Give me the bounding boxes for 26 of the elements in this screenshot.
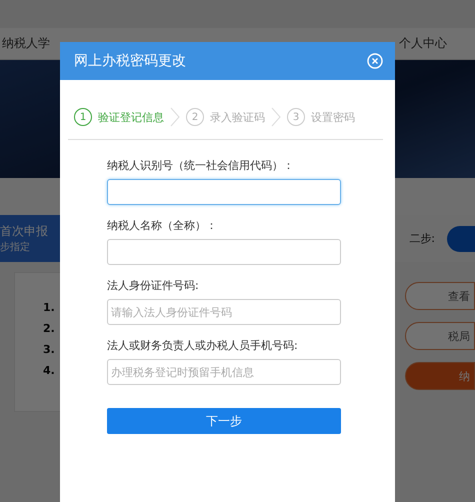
side-button[interactable]: 查看 xyxy=(405,282,475,310)
list-number: 1. xyxy=(43,301,55,314)
side-button[interactable]: 税局 xyxy=(405,322,475,350)
pill-button[interactable] xyxy=(447,226,475,252)
chevron-icon xyxy=(170,107,180,127)
step-hint: 二步: xyxy=(409,231,435,246)
close-icon[interactable] xyxy=(367,53,383,69)
field-label: 纳税人识别号（统一社会信用代码）： xyxy=(107,158,295,173)
input-field[interactable]: 办理税务登记时预留手机信息 xyxy=(107,359,341,385)
field-label: 法人身份证件号码: xyxy=(107,278,200,293)
next-button[interactable]: 下一步 xyxy=(107,408,341,434)
banner-subtitle: 步指定 xyxy=(0,240,31,254)
field-label: 法人或财务负责人或办税人员手机号码: xyxy=(107,338,299,353)
input-field[interactable] xyxy=(107,179,341,205)
banner-title: 首次申报 xyxy=(0,223,49,240)
list-number: 3. xyxy=(43,343,55,356)
list-number: 4. xyxy=(43,364,55,377)
field-label: 纳税人名称（全称）： xyxy=(107,218,218,233)
nav-link[interactable]: 个人中心 xyxy=(399,35,447,52)
dialog-title: 网上办税密码更改 xyxy=(74,52,186,70)
side-button[interactable]: 纳 xyxy=(405,362,475,390)
input-field[interactable] xyxy=(107,239,341,265)
list-number: 2. xyxy=(43,322,55,335)
input-field[interactable]: 请输入法人身份证件号码 xyxy=(107,299,341,325)
nav-link[interactable]: 纳税人学 xyxy=(2,35,50,52)
chevron-icon xyxy=(271,107,281,127)
